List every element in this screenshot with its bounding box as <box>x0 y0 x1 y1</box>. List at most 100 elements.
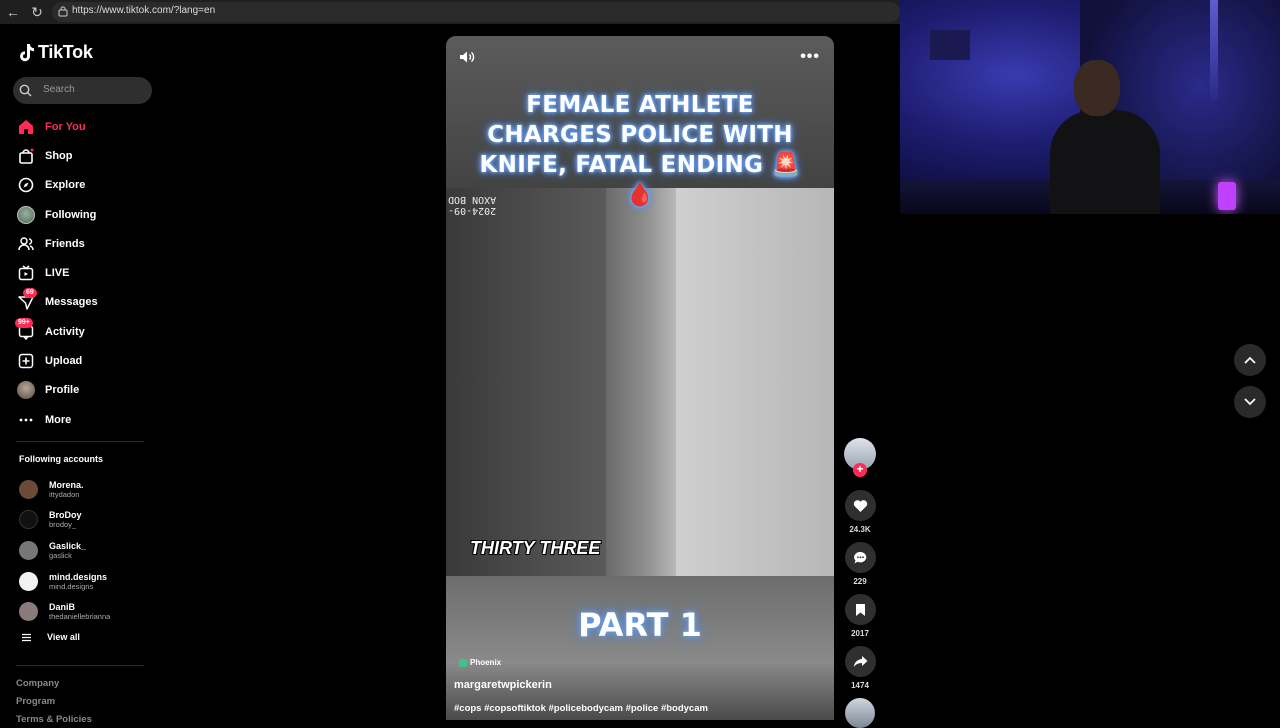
avatar <box>19 571 38 591</box>
tiktok-note-icon <box>20 44 34 62</box>
nav-label: Messages <box>45 296 98 309</box>
video-hashtags[interactable]: #cops #copsoftiktok #policebodycam #poli… <box>454 703 708 714</box>
chevron-up-icon <box>1244 356 1256 364</box>
account-handle: thedaniellebrianna <box>49 612 111 622</box>
view-all-link[interactable]: View all <box>22 632 80 642</box>
comment-button[interactable] <box>845 542 876 573</box>
more-options-icon[interactable]: ••• <box>800 48 820 66</box>
location-icon <box>459 658 467 667</box>
nav-shop[interactable]: Shop <box>0 141 175 170</box>
person-body <box>1050 110 1160 214</box>
webcam-purple-object <box>1218 182 1236 210</box>
address-bar[interactable]: https://www.tiktok.com/?lang=en <box>52 2 900 22</box>
live-icon <box>17 264 35 282</box>
like-count: 24.3K <box>849 525 871 534</box>
heart-icon <box>853 499 868 512</box>
video-frame-wall <box>446 188 616 578</box>
person-head <box>1074 60 1120 116</box>
sound-disc-avatar[interactable] <box>845 698 875 728</box>
profile-avatar-icon <box>17 381 35 400</box>
volume-icon[interactable] <box>459 50 475 64</box>
nav-following[interactable]: Following <box>0 200 175 229</box>
save-count: 2017 <box>851 629 869 638</box>
divider <box>16 665 144 666</box>
video-player[interactable]: ••• FEMALE ATHLETE CHARGES POLICE WITH K… <box>446 36 834 720</box>
avatar <box>19 510 38 530</box>
next-video-button[interactable] <box>1234 386 1266 418</box>
nav-upload[interactable]: Upload <box>0 346 175 375</box>
following-account[interactable]: Gaslick_ gaslick <box>19 535 110 566</box>
messages-badge: 69 <box>23 288 37 299</box>
nav-explore[interactable]: Explore <box>0 171 175 200</box>
video-title-overlay: FEMALE ATHLETE CHARGES POLICE WITH KNIFE… <box>479 92 801 208</box>
logo-text: TikTok <box>38 42 93 62</box>
sidebar: TikTok For You Shop Explore Following Fr… <box>0 24 175 725</box>
following-account[interactable]: Morena. ittydadon <box>19 474 110 505</box>
back-arrow-icon[interactable]: ← <box>4 3 22 21</box>
view-all-label: View all <box>47 632 80 642</box>
follow-plus-icon[interactable]: + <box>853 463 867 477</box>
video-frame-door <box>606 188 676 578</box>
nav-profile[interactable]: Profile <box>0 376 175 405</box>
nav-label: Upload <box>45 355 83 368</box>
search-icon <box>19 84 32 97</box>
site-info-icon[interactable] <box>58 6 68 17</box>
following-accounts-title: Following accounts <box>19 454 104 464</box>
footer-company-link[interactable]: Company <box>16 678 59 689</box>
nav-label: Explore <box>45 179 86 192</box>
search-box[interactable] <box>13 77 152 104</box>
nav-activity[interactable]: 99+ Activity <box>0 317 175 346</box>
home-icon <box>17 118 35 136</box>
location-tag[interactable]: Phoenix <box>459 658 501 667</box>
url-text: https://www.tiktok.com/?lang=en <box>72 5 216 16</box>
nav-live[interactable]: LIVE <box>0 258 175 287</box>
following-account[interactable]: mind.designs mind.designs <box>19 566 110 597</box>
following-account[interactable]: DaniB thedaniellebrianna <box>19 596 110 627</box>
caption-mid: THIRTY THREE <box>470 538 601 558</box>
search-input[interactable] <box>41 83 145 96</box>
caption-part: PART 1 <box>578 606 702 644</box>
nav-label: Friends <box>45 237 85 250</box>
nav-more[interactable]: More <box>0 405 175 434</box>
nav-for-you[interactable]: For You <box>0 112 175 141</box>
tiktok-logo[interactable]: TikTok <box>18 42 93 63</box>
like-button[interactable] <box>845 490 876 521</box>
webcam-light-strip <box>1210 0 1218 100</box>
webcam-overlay <box>900 0 1280 214</box>
messages-icon: 69 <box>17 288 37 311</box>
reload-icon[interactable]: ↻ <box>28 3 46 21</box>
account-handle: brodoy_ <box>49 520 77 530</box>
save-button[interactable] <box>845 594 876 625</box>
share-button[interactable] <box>845 646 876 677</box>
account-name: Gaslick_ <box>49 540 87 551</box>
account-handle: ittydadon <box>49 489 80 499</box>
avatar <box>19 602 38 622</box>
avatar <box>19 479 38 499</box>
previous-video-button[interactable] <box>1234 344 1266 376</box>
video-author[interactable]: margaretwpickerin <box>454 679 552 691</box>
following-accounts-list: Morena. ittydadon BroDoy brodoy_ Gaslick_ g… <box>19 474 110 627</box>
location-label: Phoenix <box>470 658 502 667</box>
nav-messages[interactable]: 69 Messages <box>0 288 175 317</box>
nav-label: Following <box>45 208 97 221</box>
shop-icon <box>17 147 35 165</box>
upload-icon <box>17 352 35 370</box>
list-icon <box>22 633 31 641</box>
following-account[interactable]: BroDoy brodoy_ <box>19 505 110 536</box>
nav-friends[interactable]: Friends <box>0 229 175 258</box>
video-frame-wall <box>676 188 834 578</box>
account-name: mind.designs <box>49 571 108 582</box>
bookmark-icon <box>856 603 865 616</box>
share-arrow-icon <box>853 656 868 667</box>
divider <box>16 441 144 442</box>
footer-program-link[interactable]: Program <box>16 696 55 707</box>
comment-icon <box>854 551 867 563</box>
account-name: BroDoy <box>49 510 82 521</box>
nav-label: Shop <box>45 149 73 162</box>
avatar <box>19 540 38 560</box>
main-nav: For You Shop Explore Following Friends L… <box>0 112 175 434</box>
stamp-line: 2024-09- <box>448 205 497 216</box>
bodycam-stamp: 2024-09- AXON BOD <box>448 194 496 216</box>
following-avatar-icon <box>17 205 35 224</box>
activity-badge: 99+ <box>15 317 33 328</box>
